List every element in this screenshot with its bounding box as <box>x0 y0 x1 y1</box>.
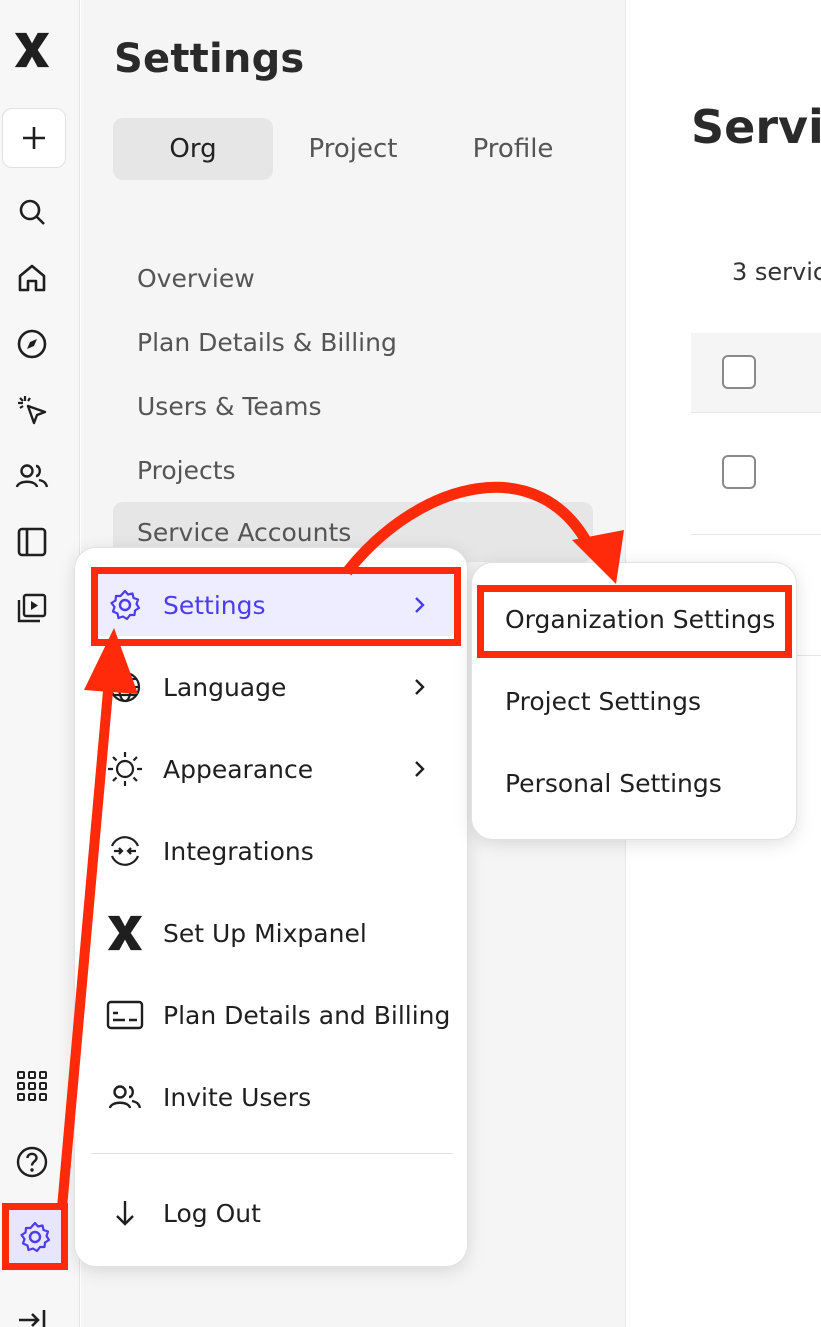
compass-icon[interactable] <box>12 324 52 364</box>
table-row <box>691 413 821 535</box>
menu-item-log-out[interactable]: Log Out <box>95 1182 455 1244</box>
menu-item-label: Log Out <box>163 1198 261 1228</box>
settings-popup-menu: Settings Language Appearance Integration… <box>74 547 468 1267</box>
menu-divider <box>91 1153 453 1154</box>
mixpanel-logo-icon <box>105 913 145 953</box>
menu-item-label: Invite Users <box>163 1082 312 1112</box>
home-icon[interactable] <box>12 258 52 298</box>
menu-item-label: Language <box>163 672 287 702</box>
users-icon <box>105 1077 145 1117</box>
menu-item-label: Integrations <box>163 836 314 866</box>
help-icon[interactable] <box>12 1142 52 1182</box>
annotation-box-settings <box>91 567 461 646</box>
collapse-sidebar-icon[interactable] <box>12 1300 52 1327</box>
users-icon[interactable] <box>12 456 52 496</box>
menu-item-label: Set Up Mixpanel <box>163 918 367 948</box>
page-title: Servic <box>691 100 821 154</box>
menu-item-label: Plan Details and Billing <box>163 1000 451 1030</box>
row-divider <box>797 655 821 656</box>
mixpanel-logo-icon[interactable] <box>12 30 52 70</box>
sun-icon <box>105 749 145 789</box>
menu-item-appearance[interactable]: Appearance <box>95 738 455 800</box>
nav-users-teams[interactable]: Users & Teams <box>113 376 593 436</box>
tab-project[interactable]: Project <box>273 118 433 180</box>
select-all-checkbox[interactable] <box>722 355 756 389</box>
annotation-box-organization-settings <box>477 585 792 658</box>
globe-icon <box>105 667 145 707</box>
nav-overview[interactable]: Overview <box>113 248 593 308</box>
cursor-click-icon[interactable] <box>12 390 52 430</box>
arrow-down-icon <box>105 1193 145 1233</box>
nav-plan-details-billing[interactable]: Plan Details & Billing <box>113 312 593 372</box>
chevron-right-icon <box>413 756 427 785</box>
menu-item-integrations[interactable]: Integrations <box>95 820 455 882</box>
service-accounts-count: 3 servic <box>732 258 821 286</box>
integrations-icon <box>105 831 145 871</box>
apps-grid-icon[interactable] <box>12 1066 52 1106</box>
submenu-item-project-settings[interactable]: Project Settings <box>505 687 701 716</box>
menu-item-plan-details-billing[interactable]: Plan Details and Billing <box>95 984 455 1046</box>
create-new-button[interactable] <box>2 108 66 168</box>
nav-projects[interactable]: Projects <box>113 440 593 500</box>
row-checkbox[interactable] <box>722 455 756 489</box>
menu-item-label: Appearance <box>163 754 314 784</box>
table-header <box>691 333 821 413</box>
menu-item-invite-users[interactable]: Invite Users <box>95 1066 455 1128</box>
boards-icon[interactable] <box>12 522 52 562</box>
tab-profile[interactable]: Profile <box>433 118 593 180</box>
tab-org[interactable]: Org <box>113 118 273 180</box>
submenu-item-personal-settings[interactable]: Personal Settings <box>505 769 722 798</box>
billing-card-icon <box>105 995 145 1035</box>
settings-title: Settings <box>114 36 305 82</box>
icon-rail <box>0 0 80 1327</box>
menu-item-set-up-mixpanel[interactable]: Set Up Mixpanel <box>95 902 455 964</box>
menu-item-language[interactable]: Language <box>95 656 455 718</box>
session-replay-icon[interactable] <box>12 588 52 628</box>
search-icon[interactable] <box>12 192 52 232</box>
annotation-box-gear <box>2 1203 68 1270</box>
chevron-right-icon <box>413 674 427 703</box>
